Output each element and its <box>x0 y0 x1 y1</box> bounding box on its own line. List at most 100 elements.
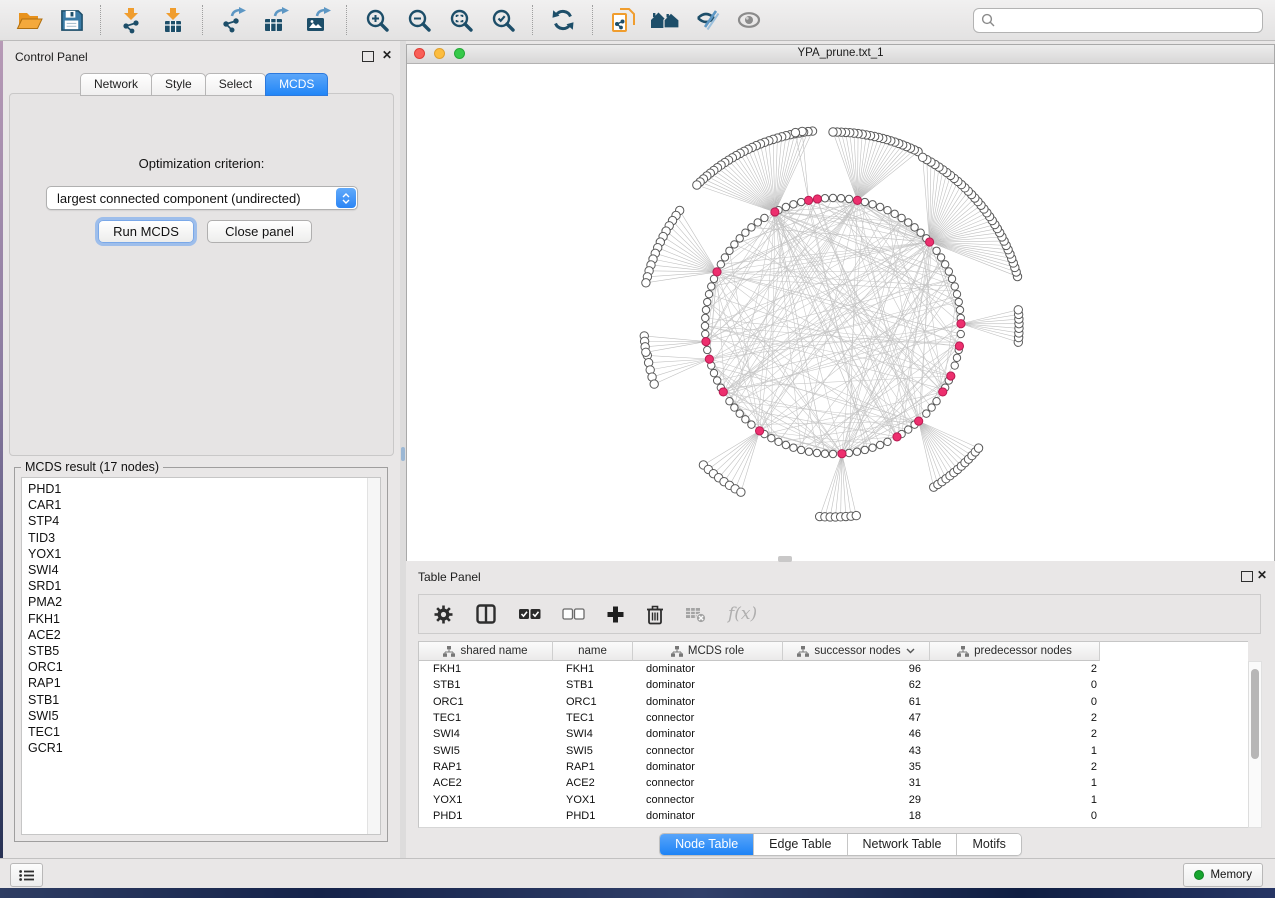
ring-node[interactable] <box>748 421 755 428</box>
mcds-result-item[interactable]: SWI4 <box>22 562 380 578</box>
open-session-icon[interactable] <box>14 5 44 35</box>
network-graph[interactable] <box>407 64 1274 561</box>
ring-node[interactable] <box>876 203 883 210</box>
table-row-FKH1[interactable]: FKH1FKH1dominator962 <box>419 661 1248 677</box>
mcds-result-item[interactable]: GCR1 <box>22 740 380 756</box>
ring-node[interactable] <box>853 448 860 455</box>
ring-node[interactable] <box>704 346 711 353</box>
table-row-ACE2[interactable]: ACE2ACE2connector311 <box>419 775 1248 791</box>
dominator-node[interactable] <box>813 195 821 203</box>
ring-node[interactable] <box>701 322 708 329</box>
mcds-result-item[interactable]: TEC1 <box>22 724 380 740</box>
ring-node[interactable] <box>775 438 782 445</box>
criterion-dropdown[interactable]: largest connected component (undirected) <box>46 186 358 210</box>
mcds-result-list[interactable]: PHD1CAR1STP4TID3YOX1SWI4SRD1PMA2FKH1ACE2… <box>21 477 381 835</box>
column-header-successor-nodes[interactable]: successor nodes <box>783 641 930 661</box>
ring-node[interactable] <box>923 410 930 417</box>
ring-node[interactable] <box>702 314 709 321</box>
search-input[interactable] <box>973 8 1263 33</box>
minimize-window-icon[interactable] <box>434 48 445 59</box>
table-row-ORC1[interactable]: ORC1ORC1dominator610 <box>419 694 1248 710</box>
ring-node[interactable] <box>797 198 804 205</box>
leaf-node[interactable] <box>829 128 837 136</box>
import-network-icon[interactable] <box>116 5 146 35</box>
ring-node[interactable] <box>905 426 912 433</box>
tab-style[interactable]: Style <box>151 73 206 96</box>
table-row-YOX1[interactable]: YOX1YOX1connector291 <box>419 791 1248 807</box>
leaf-node[interactable] <box>918 153 926 161</box>
dominator-node[interactable] <box>755 427 763 435</box>
ring-node[interactable] <box>869 444 876 451</box>
import-table-icon[interactable] <box>158 5 188 35</box>
table-row-TEC1[interactable]: TEC1TEC1connector472 <box>419 710 1248 726</box>
ring-node[interactable] <box>837 195 844 202</box>
ring-node[interactable] <box>702 306 709 313</box>
close-table-panel-icon[interactable]: ✕ <box>1257 570 1267 580</box>
ring-node[interactable] <box>748 224 755 231</box>
leaf-node[interactable] <box>642 348 650 356</box>
ring-node[interactable] <box>782 203 789 210</box>
run-mcds-button[interactable]: Run MCDS <box>98 220 194 243</box>
tab-network-table[interactable]: Network Table <box>848 834 958 855</box>
hide-graphics-details-icon[interactable] <box>692 5 722 35</box>
splitter-handle[interactable] <box>401 447 405 461</box>
delete-row-icon[interactable] <box>646 604 664 625</box>
ring-node[interactable] <box>797 446 804 453</box>
ring-node[interactable] <box>705 290 712 297</box>
select-all-rows-icon[interactable] <box>518 607 541 621</box>
ring-node[interactable] <box>726 247 733 254</box>
ring-node[interactable] <box>704 298 711 305</box>
dominator-node[interactable] <box>702 337 710 345</box>
ring-node[interactable] <box>898 214 905 221</box>
ring-node[interactable] <box>884 438 891 445</box>
ring-node[interactable] <box>951 362 958 369</box>
close-panel-button[interactable]: Close panel <box>207 220 312 243</box>
leaf-node[interactable] <box>1014 306 1022 314</box>
dominator-node[interactable] <box>957 320 965 328</box>
dominator-node[interactable] <box>719 388 727 396</box>
dominator-node[interactable] <box>838 450 846 458</box>
mcds-result-item[interactable]: ACE2 <box>22 627 380 643</box>
tab-network[interactable]: Network <box>80 73 152 96</box>
ring-node[interactable] <box>736 235 743 242</box>
ring-node[interactable] <box>782 441 789 448</box>
leaf-node[interactable] <box>737 488 745 496</box>
add-row-icon[interactable] <box>606 605 625 624</box>
dominator-node[interactable] <box>893 433 901 441</box>
network-canvas[interactable] <box>407 64 1274 561</box>
dominator-node[interactable] <box>939 388 947 396</box>
zoom-fit-icon[interactable] <box>446 5 476 35</box>
ring-node[interactable] <box>721 254 728 261</box>
dominator-node[interactable] <box>955 342 963 350</box>
ring-node[interactable] <box>717 261 724 268</box>
show-columns-icon[interactable] <box>475 603 497 625</box>
mcds-result-item[interactable]: FKH1 <box>22 611 380 627</box>
show-graphics-details-icon[interactable] <box>734 5 764 35</box>
mcds-result-item[interactable]: ORC1 <box>22 659 380 675</box>
export-network-icon[interactable] <box>218 5 248 35</box>
ring-node[interactable] <box>933 398 940 405</box>
mcds-result-item[interactable]: PHD1 <box>22 478 380 497</box>
export-image-icon[interactable] <box>302 5 332 35</box>
ring-node[interactable] <box>941 261 948 268</box>
float-table-panel-icon[interactable] <box>1241 571 1253 582</box>
home-icon[interactable] <box>650 5 680 35</box>
ring-node[interactable] <box>710 369 717 376</box>
ring-node[interactable] <box>957 330 964 337</box>
task-history-button[interactable] <box>10 863 43 887</box>
ring-node[interactable] <box>829 450 836 457</box>
ring-node[interactable] <box>726 398 733 405</box>
table-row-RAP1[interactable]: RAP1RAP1dominator352 <box>419 759 1248 775</box>
leaf-node[interactable] <box>693 181 701 189</box>
ring-node[interactable] <box>790 201 797 208</box>
leaf-node[interactable] <box>974 444 982 452</box>
zoom-out-icon[interactable] <box>404 5 434 35</box>
ring-node[interactable] <box>821 450 828 457</box>
mcds-result-item[interactable]: CAR1 <box>22 497 380 513</box>
ring-node[interactable] <box>911 224 918 231</box>
dominator-node[interactable] <box>915 417 923 425</box>
close-window-icon[interactable] <box>414 48 425 59</box>
tab-mcds[interactable]: MCDS <box>265 73 328 96</box>
ring-node[interactable] <box>805 448 812 455</box>
table-row-STB1[interactable]: STB1STB1dominator620 <box>419 677 1248 693</box>
